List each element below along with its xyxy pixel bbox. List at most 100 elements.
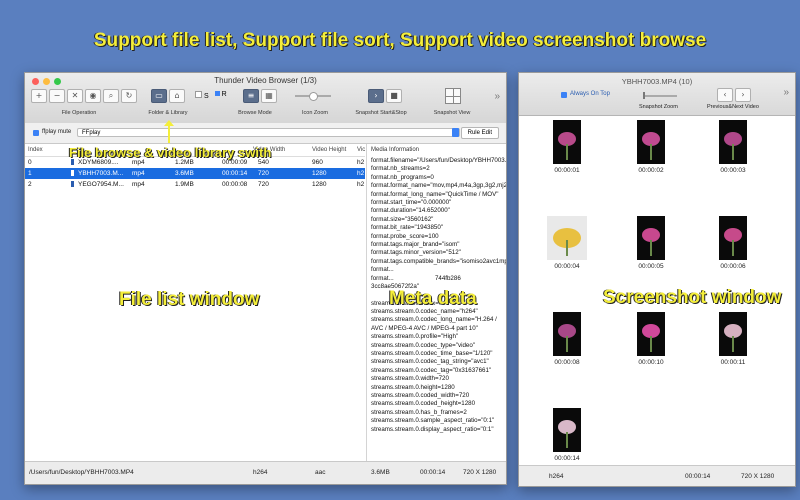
- home-icon[interactable]: ⌂: [169, 89, 185, 103]
- cell-size: 1.2MB: [175, 159, 194, 166]
- meta-line: streams.stream.0.codec_tag_string="avc1": [371, 358, 489, 366]
- always-on-top-label: Always On Top: [570, 91, 610, 97]
- stop-icon[interactable]: ■: [386, 89, 402, 103]
- folder-icon[interactable]: ▭: [151, 89, 167, 103]
- table-row[interactable]: 2 YEGO7954.M... mp4 1.9MB 00:00:08 720 1280 h2: [25, 179, 365, 190]
- snapshot-timestamp: 00:00:08: [554, 359, 580, 366]
- meta-line: format.duration="14.652000": [371, 207, 450, 215]
- snapshot-thumbnail[interactable]: [553, 312, 581, 356]
- r-toggle[interactable]: R: [214, 91, 227, 100]
- meta-line: streams.stream.0.codec_long_name="H.264 …: [371, 316, 499, 332]
- play-icon[interactable]: ›: [368, 89, 384, 103]
- cell-type: mp4: [132, 170, 145, 177]
- status-size: 3.6MB: [371, 469, 390, 476]
- cell-type: mp4: [132, 181, 145, 188]
- snap-status-codec: h264: [549, 473, 564, 480]
- status-audio-codec: aac: [315, 469, 326, 476]
- ffplay-mute-checkbox[interactable]: [33, 130, 39, 136]
- meta-line: streams.stream.0.height=1280: [371, 383, 455, 391]
- col-video-height[interactable]: Video Height: [312, 147, 346, 153]
- cell-name: YBHH7003.M...: [78, 170, 124, 177]
- cell-height: 960: [312, 159, 323, 166]
- meta-line: streams.stream.0.profile="High": [371, 333, 459, 341]
- video-file-icon: [71, 181, 74, 187]
- snap-status-resolution: 720 X 1280: [741, 473, 775, 480]
- slider-knob[interactable]: [309, 92, 318, 101]
- sort-toggles: S R: [195, 91, 227, 100]
- snapshot-title: YBHH7003.MP4 (10): [621, 77, 693, 86]
- overlay-meta-data: Meta data: [389, 288, 477, 309]
- snapshot-thumbnail[interactable]: [637, 120, 665, 164]
- cell-duration: 00:00:09: [222, 159, 248, 166]
- prev-next-control: ‹ ›: [717, 88, 751, 102]
- snapshot-timestamp: 00:00:14: [554, 455, 580, 462]
- stem-image: [732, 144, 734, 160]
- preview-icon[interactable]: ◉: [85, 89, 101, 103]
- always-on-top-checkbox[interactable]: [561, 92, 567, 98]
- snapshot-statusbar: h264 00:00:14 720 X 1280: [519, 465, 795, 486]
- meta-line: format.nb_programs=0: [371, 173, 434, 181]
- cell-duration: 00:00:14: [222, 170, 248, 177]
- overlay-file-browse: File browse & video library swith: [69, 145, 272, 160]
- chevron-down-icon: [452, 128, 459, 137]
- snapshot-overflow-icon[interactable]: »: [783, 87, 789, 98]
- overlay-file-list: File list window: [119, 289, 260, 310]
- headline: Support file list, Support file sort, Su…: [93, 30, 707, 51]
- stem-image: [732, 336, 734, 352]
- next-video-icon[interactable]: ›: [735, 88, 751, 102]
- search-icon[interactable]: ⌕: [103, 89, 119, 103]
- rule-edit-button[interactable]: Rule Edit: [460, 127, 499, 139]
- status-duration: 00:00:14: [420, 469, 446, 476]
- meta-line: format.bit_rate="1943850": [371, 224, 443, 232]
- add-icon[interactable]: +: [31, 89, 47, 103]
- cell-size: 3.6MB: [175, 170, 194, 177]
- main-titlebar: Thunder Video Browser (1/3) + − ✕ ◉ ⌕ ↻ …: [25, 73, 506, 124]
- snapshot-zoom-slider[interactable]: [643, 92, 677, 99]
- snapshot-window: YBHH7003.MP4 (10) Always On Top Snapshot…: [518, 72, 796, 487]
- snapshot-thumbnail[interactable]: [553, 408, 581, 452]
- s-toggle[interactable]: S: [195, 91, 209, 100]
- snapshot-thumbnail[interactable]: [719, 312, 747, 356]
- snapshot-view-icon[interactable]: [445, 88, 461, 104]
- snapshot-thumbnail[interactable]: [637, 216, 665, 260]
- player-select[interactable]: FFplay: [77, 128, 460, 137]
- cell-codec: h2: [357, 159, 365, 166]
- grid-mode-icon[interactable]: ▦: [261, 89, 277, 103]
- col-index[interactable]: Index: [28, 147, 43, 153]
- snapshot-zoom-label: Snapshot Zoom: [639, 104, 678, 110]
- previous-video-icon[interactable]: ‹: [717, 88, 733, 102]
- table-row[interactable]: 1 YBHH7003.M... mp4 3.6MB 00:00:14 720 1280 h2: [25, 168, 365, 179]
- folder-library-group: ▭ ⌂: [151, 89, 185, 103]
- cell-width: 720: [258, 170, 269, 177]
- toolbar-overflow-icon[interactable]: »: [494, 91, 500, 102]
- video-file-icon: [71, 170, 74, 176]
- stem-image: [650, 336, 652, 352]
- cell-height: 1280: [312, 181, 327, 188]
- snapshot-thumbnail[interactable]: [719, 216, 747, 260]
- slider-knob[interactable]: [643, 92, 645, 99]
- snapshot-timestamp: 00:00:06: [720, 263, 746, 270]
- snapshot-timestamp: 00:00:04: [554, 263, 580, 270]
- refresh-icon[interactable]: ↻: [121, 89, 137, 103]
- remove-icon[interactable]: −: [49, 89, 65, 103]
- snapshot-thumbnail[interactable]: [637, 312, 665, 356]
- col-video-codec[interactable]: Vic: [357, 147, 365, 153]
- cell-name: YEGO7954.M...: [78, 181, 124, 188]
- cell-index: 2: [28, 181, 32, 188]
- snapshot-thumbnail[interactable]: [547, 216, 587, 260]
- cell-duration: 00:00:08: [222, 181, 248, 188]
- filter-bar: ffplay mute FFplay Rule Edit: [25, 123, 506, 144]
- snapshot-thumbnail[interactable]: [553, 120, 581, 164]
- snapshot-thumbnail[interactable]: [719, 120, 747, 164]
- arrow-head-icon: [164, 120, 174, 126]
- stem-image: [650, 240, 652, 256]
- cell-name: XDYM6809....: [78, 159, 119, 166]
- list-mode-icon[interactable]: ≡: [243, 89, 259, 103]
- icon-zoom-slider[interactable]: [295, 92, 331, 101]
- browse-mode-group: ≡ ▦: [243, 89, 277, 103]
- meta-line: format.tags.compatible_brands="isomiso2a…: [371, 257, 507, 265]
- player-select-value: FFplay: [82, 130, 101, 136]
- snap-status-duration: 00:00:14: [685, 473, 711, 480]
- clear-icon[interactable]: ✕: [67, 89, 83, 103]
- browse-mode-label: Browse Mode: [238, 110, 272, 116]
